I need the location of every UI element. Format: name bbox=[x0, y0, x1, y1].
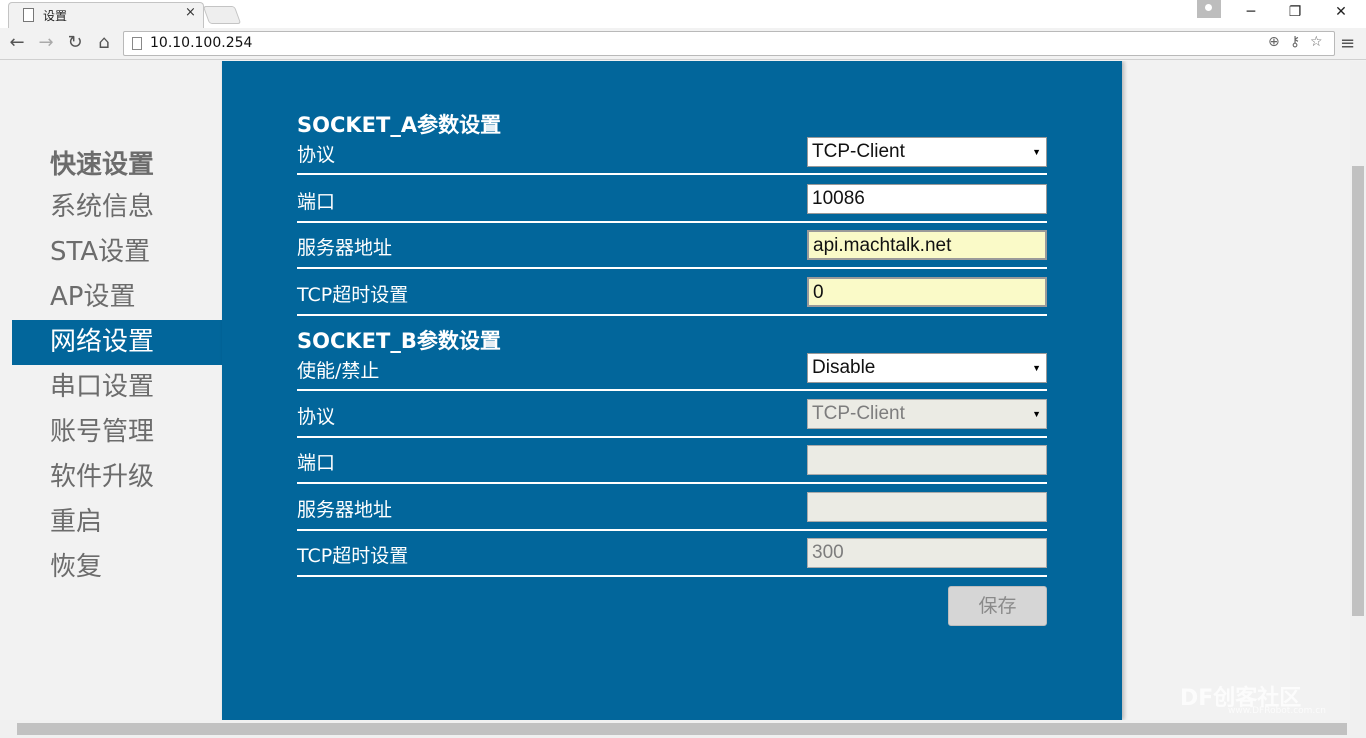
back-icon[interactable]: ← bbox=[6, 32, 28, 53]
field-label: 使能/禁止 bbox=[297, 360, 380, 382]
socket-a-server-row: 服务器地址 api.machtalk.net bbox=[297, 223, 1047, 269]
tab-close-icon[interactable]: × bbox=[185, 5, 196, 20]
field-label: 协议 bbox=[297, 144, 336, 166]
sidebar-item-reboot[interactable]: 重启 bbox=[12, 500, 222, 545]
sidebar-item-ap[interactable]: AP设置 bbox=[12, 275, 222, 320]
socket-b-protocol-row: 协议 TCP-Client bbox=[297, 392, 1047, 438]
sidebar: 快速设置 系统信息 STA设置 AP设置 网络设置 串口设置 账号管理 软件升级… bbox=[12, 145, 222, 590]
socket-b-port-input[interactable] bbox=[807, 445, 1047, 475]
page-icon bbox=[23, 8, 34, 22]
sidebar-item-sta[interactable]: STA设置 bbox=[12, 230, 222, 275]
reload-icon[interactable]: ↻ bbox=[64, 32, 86, 53]
save-button[interactable]: 保存 bbox=[948, 586, 1047, 626]
field-label: 端口 bbox=[297, 191, 336, 213]
address-bar[interactable]: 10.10.100.254 ⊕ ⚷ ☆ bbox=[123, 31, 1335, 56]
socket-b-enable-select[interactable]: Disable bbox=[807, 353, 1047, 383]
tab-bar: 设置 × ─ ❐ ✕ bbox=[0, 0, 1366, 28]
key-icon[interactable]: ⚷ bbox=[1290, 34, 1300, 50]
socket-a-server-input[interactable]: api.machtalk.net bbox=[807, 230, 1047, 260]
socket-b-enable-row: 使能/禁止 Disable bbox=[297, 345, 1047, 391]
field-label: TCP超时设置 bbox=[297, 284, 409, 306]
socket-b-timeout-row: TCP超时设置 300 bbox=[297, 531, 1047, 577]
url-text[interactable]: 10.10.100.254 bbox=[150, 35, 252, 51]
socket-b-server-input[interactable] bbox=[807, 492, 1047, 522]
field-label: TCP超时设置 bbox=[297, 545, 409, 567]
restore-icon[interactable]: ❐ bbox=[1285, 4, 1305, 20]
sidebar-item-account[interactable]: 账号管理 bbox=[12, 410, 222, 455]
horizontal-scroll-thumb[interactable] bbox=[17, 723, 1347, 735]
field-label: 协议 bbox=[297, 406, 336, 428]
sidebar-item-network[interactable]: 网络设置 bbox=[12, 320, 222, 365]
forward-icon[interactable]: → bbox=[35, 32, 57, 53]
sidebar-item-upgrade[interactable]: 软件升级 bbox=[12, 455, 222, 500]
sidebar-item-quick-setup[interactable]: 快速设置 bbox=[12, 145, 222, 185]
zoom-icon[interactable]: ⊕ bbox=[1268, 34, 1280, 50]
minimize-icon[interactable]: ─ bbox=[1241, 4, 1261, 20]
socket-a-port-input[interactable]: 10086 bbox=[807, 184, 1047, 214]
field-label: 端口 bbox=[297, 452, 336, 474]
page-viewport: 快速设置 系统信息 STA设置 AP设置 网络设置 串口设置 账号管理 软件升级… bbox=[0, 61, 1350, 720]
close-window-icon[interactable]: ✕ bbox=[1331, 4, 1351, 20]
sidebar-item-serial[interactable]: 串口设置 bbox=[12, 365, 222, 410]
socket-b-port-row: 端口 bbox=[297, 438, 1047, 484]
socket-b-server-row: 服务器地址 bbox=[297, 485, 1047, 531]
network-settings-panel: SOCKET_A参数设置 协议 TCP-Client 端口 10086 服务器地… bbox=[222, 61, 1122, 720]
socket-a-port-row: 端口 10086 bbox=[297, 177, 1047, 223]
socket-b-protocol-select[interactable]: TCP-Client bbox=[807, 399, 1047, 429]
menu-icon[interactable]: ≡ bbox=[1340, 33, 1355, 54]
browser-tab[interactable]: 设置 × bbox=[8, 2, 204, 28]
watermark-url: www.DFRobot.com.cn bbox=[1228, 706, 1326, 716]
tab-title: 设置 bbox=[43, 9, 68, 23]
socket-b-timeout-input[interactable]: 300 bbox=[807, 538, 1047, 568]
sidebar-item-restore[interactable]: 恢复 bbox=[12, 545, 222, 590]
home-icon[interactable]: ⌂ bbox=[93, 32, 115, 53]
socket-a-timeout-input[interactable]: 0 bbox=[807, 277, 1047, 307]
socket-a-timeout-row: TCP超时设置 0 bbox=[297, 270, 1047, 316]
new-tab-button[interactable] bbox=[202, 6, 242, 24]
field-label: 服务器地址 bbox=[297, 237, 393, 259]
socket-a-protocol-row: 协议 TCP-Client bbox=[297, 129, 1047, 175]
sidebar-item-system-info[interactable]: 系统信息 bbox=[12, 185, 222, 230]
socket-a-protocol-select[interactable]: TCP-Client bbox=[807, 137, 1047, 167]
user-icon[interactable] bbox=[1197, 0, 1221, 18]
field-label: 服务器地址 bbox=[297, 499, 393, 521]
bookmark-star-icon[interactable]: ☆ bbox=[1310, 34, 1323, 50]
browser-toolbar: ← → ↻ ⌂ 10.10.100.254 ⊕ ⚷ ☆ ≡ bbox=[0, 28, 1366, 60]
page-icon bbox=[132, 37, 142, 50]
vertical-scroll-thumb[interactable] bbox=[1352, 166, 1364, 616]
